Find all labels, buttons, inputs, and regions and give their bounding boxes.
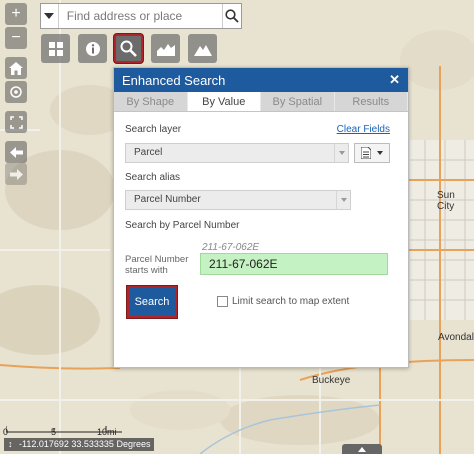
map-label-avondale: Avondale [438,332,474,343]
panel-body: Search layer Clear Fields Parcel Search … [114,112,408,369]
chevron-down-icon [334,144,348,162]
bottom-panel-handle[interactable] [342,444,382,454]
arrow-right-icon [9,168,23,180]
caret-down-icon [44,13,55,19]
example-value: 211-67-062E [202,242,260,253]
tab-by-value[interactable]: By Value [187,92,261,111]
search-alias-value: Parcel Number [134,194,201,205]
limit-extent-label: Limit search to map extent [232,296,350,307]
clear-fields-link[interactable]: Clear Fields [337,124,390,135]
panel-header: Enhanced Search ✕ [114,68,408,92]
home-icon [9,61,23,75]
scale-label-0: 0 [3,427,9,437]
enhanced-search-panel: Enhanced Search ✕ By Shape By Value By S… [113,67,409,368]
search-input[interactable] [58,4,222,28]
zoom-out-button[interactable]: − [5,27,27,49]
parcel-number-label: Parcel Number starts with [125,254,189,276]
mountain-icon [193,44,212,56]
previous-extent-button[interactable] [5,141,27,163]
fullscreen-icon [9,115,23,129]
locate-icon [10,86,22,98]
scale-label-10mi: 10mi [97,427,117,437]
geocoder-search [40,3,242,29]
grid-icon [48,41,63,56]
search-layer-label: Search layer [125,124,182,135]
panel-title: Enhanced Search [122,72,226,88]
enhanced-search-button[interactable] [114,34,143,63]
search-alias-select[interactable]: Parcel Number [125,190,351,210]
fullscreen-button[interactable] [5,111,27,133]
locate-button[interactable] [5,81,27,103]
search-alias-label: Search alias [125,172,181,183]
layer-options-button[interactable] [354,143,390,163]
chart-icon [156,43,175,56]
terrain-button[interactable] [188,34,217,63]
about-button[interactable] [78,34,107,63]
elevation-profile-button[interactable] [151,34,180,63]
limit-extent-checkbox[interactable] [217,296,228,307]
panel-tabs: By Shape By Value By Spatial Results [114,92,408,112]
caret-down-icon [377,151,383,155]
map-label-buckeye: Buckeye [312,375,351,386]
zoom-in-button[interactable]: + [5,3,27,25]
zoom-in-label: + [11,5,21,22]
info-icon [85,41,100,56]
search-layer-select[interactable]: Parcel [125,143,349,163]
caret-up-icon [358,446,366,452]
search-layer-value: Parcel [134,147,163,158]
coordinate-toggle-icon[interactable]: ↕ [8,439,13,449]
zoom-out-label: − [11,29,21,46]
arrow-left-icon [9,146,23,158]
search-by-label: Search by Parcel Number [125,220,240,231]
map-label-sun-city: Sun City [437,190,455,212]
home-button[interactable] [5,57,27,79]
search-icon [225,9,239,23]
coordinate-readout: ↕ -112.017692 33.533335 Degrees [4,438,155,451]
close-icon[interactable]: ✕ [389,72,400,88]
tab-by-spatial[interactable]: By Spatial [261,92,335,111]
tab-results[interactable]: Results [335,92,408,111]
basemap-gallery-button[interactable] [41,34,70,63]
search-submit-button[interactable] [221,4,241,28]
parcel-number-input[interactable] [200,253,388,275]
chevron-down-icon [336,191,350,209]
coordinate-value: -112.017692 33.533335 Degrees [19,439,151,449]
search-button[interactable]: Search [127,286,177,318]
next-extent-button[interactable] [5,163,27,185]
search-icon [120,40,137,57]
tab-by-shape[interactable]: By Shape [114,92,188,111]
search-source-dropdown[interactable] [41,4,59,28]
scale-label-5: 5 [51,427,57,437]
document-icon [361,147,371,159]
